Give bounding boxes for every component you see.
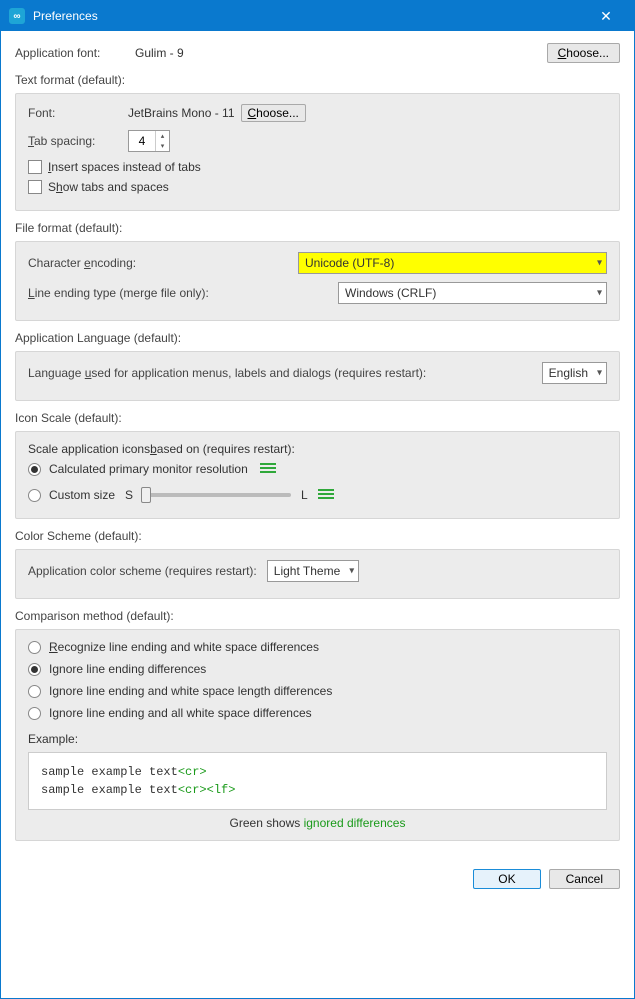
show-tabs-label: Show tabs and spaces — [48, 180, 169, 194]
app-icon: ∞ — [9, 8, 25, 24]
text-format-group: Font: JetBrains Mono - 11 Choose... Tab … — [15, 93, 620, 211]
icon-scale-section-label: Icon Scale (default): — [15, 411, 620, 425]
titlebar: ∞ Preferences ✕ — [1, 1, 634, 31]
align-icon — [260, 463, 276, 475]
char-encoding-label: Character encoding: — [28, 256, 298, 270]
file-format-group: Character encoding: Unicode (UTF-8) Line… — [15, 241, 620, 321]
comparison-opt3-label: Ignore line ending and white space lengt… — [49, 684, 332, 698]
line-ending-label: Line ending type (merge file only): — [28, 286, 338, 300]
app-font-choose-button[interactable]: Choose... — [547, 43, 620, 63]
tab-spacing-spinner[interactable]: ▴ ▾ — [128, 130, 170, 152]
application-font-value: Gulim - 9 — [135, 46, 184, 60]
file-format-section-label: File format (default): — [15, 221, 620, 235]
color-scheme-select[interactable]: Light Theme — [267, 560, 360, 582]
comparison-group: Recognize line ending and white space di… — [15, 629, 620, 841]
application-font-label: Application font: — [15, 46, 115, 60]
cancel-button[interactable]: Cancel — [549, 869, 620, 889]
comparison-opt2-radio[interactable] — [28, 663, 41, 676]
icon-scale-s-label: S — [125, 488, 133, 502]
color-scheme-value: Light Theme — [274, 564, 341, 578]
comparison-opt1-label: Recognize line ending and white space di… — [49, 640, 319, 654]
icon-scale-opt2-label: Custom size — [49, 488, 115, 502]
font-value: JetBrains Mono - 11 — [128, 106, 235, 120]
app-language-desc: Language used for application menus, lab… — [28, 366, 426, 380]
comparison-section-label: Comparison method (default): — [15, 609, 620, 623]
example-footer-note: Green shows ignored differences — [28, 816, 607, 830]
footer-note-green: ignored differences — [304, 816, 406, 830]
text-font-choose-button[interactable]: Choose... — [241, 104, 306, 122]
comparison-opt1-radio[interactable] — [28, 641, 41, 654]
slider-thumb[interactable] — [141, 487, 151, 503]
example-box: sample example text<cr> sample example t… — [28, 752, 607, 810]
tab-spacing-label: Tab spacing: — [28, 134, 128, 148]
font-label: Font: — [28, 106, 128, 120]
example-line1-text: sample example text — [41, 765, 178, 779]
example-line2-text: sample example text — [41, 783, 178, 797]
close-button[interactable]: ✕ — [586, 1, 626, 31]
app-language-value: English — [549, 366, 588, 380]
example-label: Example: — [28, 732, 607, 746]
char-encoding-select[interactable]: Unicode (UTF-8) — [298, 252, 607, 274]
icon-scale-slider[interactable] — [141, 493, 291, 497]
line-ending-value: Windows (CRLF) — [345, 286, 436, 300]
ok-button[interactable]: OK — [473, 869, 540, 889]
char-encoding-value: Unicode (UTF-8) — [305, 256, 394, 270]
tab-spacing-input[interactable] — [129, 131, 155, 151]
comparison-opt2-label: Ignore line ending differences — [49, 662, 206, 676]
app-language-section-label: Application Language (default): — [15, 331, 620, 345]
show-tabs-checkbox[interactable] — [28, 180, 42, 194]
cr-marker-icon: <cr> — [178, 783, 207, 797]
app-language-group: Language used for application menus, lab… — [15, 351, 620, 401]
line-ending-select[interactable]: Windows (CRLF) — [338, 282, 607, 304]
app-language-select[interactable]: English — [542, 362, 607, 384]
spinner-up-icon[interactable]: ▴ — [156, 131, 169, 141]
align-icon-large — [318, 489, 334, 501]
insert-spaces-checkbox[interactable] — [28, 160, 42, 174]
cr-marker-icon: <cr> — [178, 765, 207, 779]
text-format-section-label: Text format (default): — [15, 73, 620, 87]
footer-note-plain: Green shows — [230, 816, 304, 830]
color-scheme-group: Application color scheme (requires resta… — [15, 549, 620, 599]
window-title: Preferences — [33, 9, 586, 23]
dialog-button-bar: OK Cancel — [1, 861, 634, 901]
icon-scale-opt1-label: Calculated primary monitor resolution — [49, 462, 248, 476]
color-scheme-desc: Application color scheme (requires resta… — [28, 564, 257, 578]
comparison-opt3-radio[interactable] — [28, 685, 41, 698]
icon-scale-calculated-radio[interactable] — [28, 463, 41, 476]
insert-spaces-label: Insert spaces instead of tabs — [48, 160, 201, 174]
icon-scale-desc: Scale application icons based on (requir… — [28, 442, 607, 456]
spinner-down-icon[interactable]: ▾ — [156, 141, 169, 151]
icon-scale-custom-radio[interactable] — [28, 489, 41, 502]
lf-marker-icon: <lf> — [207, 783, 236, 797]
icon-scale-l-label: L — [301, 488, 308, 502]
color-scheme-section-label: Color Scheme (default): — [15, 529, 620, 543]
comparison-opt4-radio[interactable] — [28, 707, 41, 720]
comparison-opt4-label: Ignore line ending and all white space d… — [49, 706, 312, 720]
icon-scale-group: Scale application icons based on (requir… — [15, 431, 620, 519]
